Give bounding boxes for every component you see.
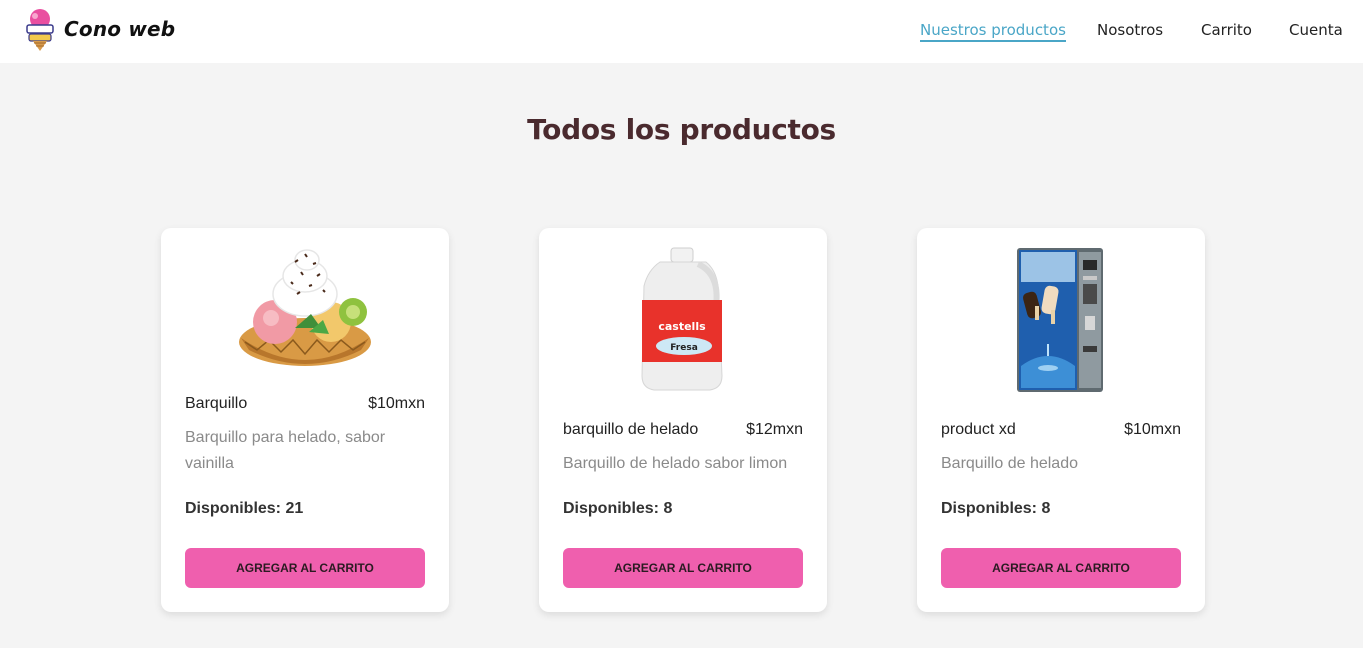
product-image <box>917 246 1205 394</box>
product-price: $10mxn <box>368 395 425 412</box>
vending-machine-image <box>1017 248 1103 392</box>
add-to-cart-button[interactable]: AGREGAR AL CARRITO <box>185 548 425 588</box>
brand-name: Cono web <box>64 17 176 41</box>
product-card: product xd $10mxn Barquillo de helado Di… <box>917 228 1205 612</box>
page-title: Todos los productos <box>527 113 836 146</box>
product-price: $12mxn <box>746 421 803 438</box>
product-stock: Disponibles: 8 <box>941 500 1051 517</box>
ice-cream-bowl-image <box>239 249 371 366</box>
navbar: Cono web Nuestros productos Nosotros Car… <box>0 0 1363 63</box>
jug-flavor-text: Fresa <box>670 343 698 353</box>
nav-link-cuenta[interactable]: Cuenta <box>1289 21 1343 39</box>
product-image: castells Fresa <box>539 246 827 392</box>
product-image <box>161 242 449 372</box>
nav-link-nuestros-productos[interactable]: Nuestros productos <box>920 21 1066 42</box>
product-stock: Disponibles: 21 <box>185 500 304 517</box>
nav-link-carrito[interactable]: Carrito <box>1201 21 1252 39</box>
product-header: barquillo de helado $12mxn <box>563 421 803 439</box>
product-card: castells Fresa barquillo de helado $12mx… <box>539 228 827 612</box>
nav-link-nosotros[interactable]: Nosotros <box>1097 21 1163 39</box>
product-card: Barquillo $10mxn Barquillo para helado, … <box>161 228 449 612</box>
add-to-cart-button[interactable]: AGREGAR AL CARRITO <box>941 548 1181 588</box>
product-price: $10mxn <box>1124 421 1181 438</box>
brand[interactable]: Cono web <box>24 7 175 51</box>
add-to-cart-button[interactable]: AGREGAR AL CARRITO <box>563 548 803 588</box>
product-name: barquillo de helado <box>563 421 699 438</box>
product-name: Barquillo <box>185 395 248 412</box>
product-description: Barquillo de helado sabor limon <box>563 455 788 472</box>
product-description: Barquillo de helado <box>941 455 1078 472</box>
product-description: Barquillo para helado, sabor vainilla <box>185 429 386 472</box>
jug-brand-text: castells <box>658 320 706 333</box>
ice-cream-logo-icon <box>26 9 54 51</box>
product-name: product xd <box>941 421 1016 438</box>
product-stock: Disponibles: 8 <box>563 500 673 517</box>
product-header: product xd $10mxn <box>941 421 1181 439</box>
product-header: Barquillo $10mxn <box>185 395 425 413</box>
syrup-jug-image: castells Fresa <box>641 247 723 391</box>
